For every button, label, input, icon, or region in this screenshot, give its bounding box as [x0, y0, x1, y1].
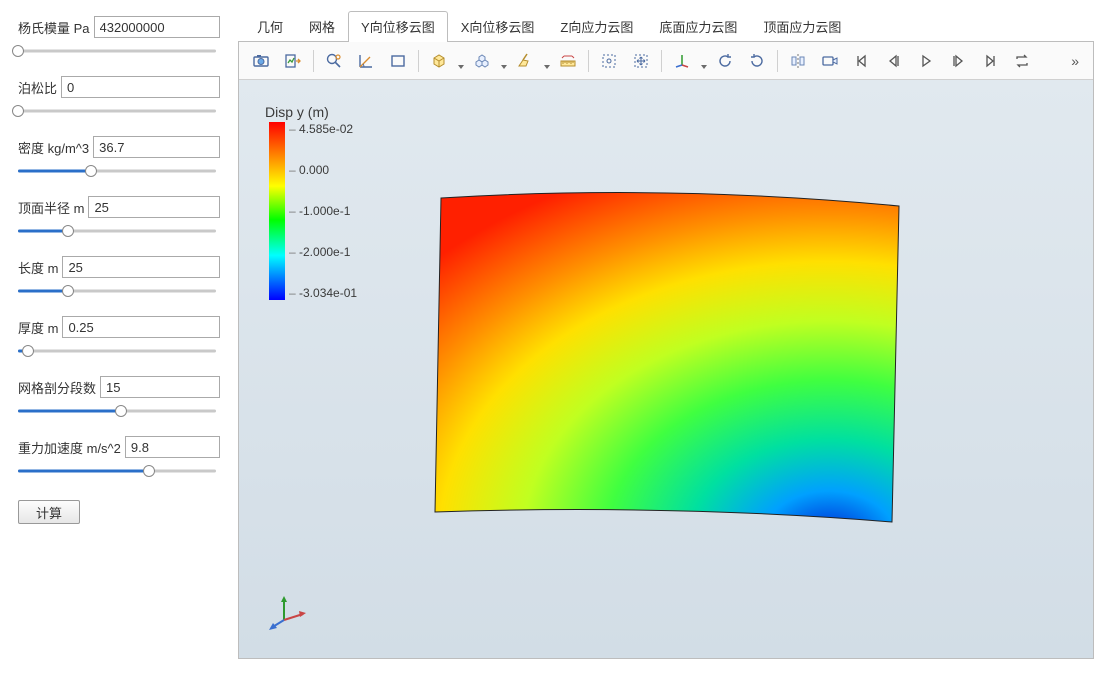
zoom-icon[interactable] [320, 47, 348, 75]
chevron-down-icon[interactable] [701, 65, 707, 69]
density-slider[interactable] [18, 164, 216, 178]
camera-icon[interactable] [247, 47, 275, 75]
legend-tick: -2.000e-1 [289, 245, 357, 259]
axes-icon[interactable] [668, 47, 696, 75]
mesh-segments-slider[interactable] [18, 404, 216, 418]
thickness-input[interactable] [62, 316, 220, 338]
param-label: 网格剖分段数 [18, 378, 96, 397]
gravity-input[interactable] [125, 436, 220, 458]
skip-last-icon[interactable] [976, 47, 1004, 75]
param-thickness: 厚度 m [18, 316, 220, 358]
param-label: 杨氏模量 Pa [18, 18, 90, 37]
angle-icon[interactable] [352, 47, 380, 75]
rect-icon[interactable] [384, 47, 412, 75]
legend-tick: -3.034e-01 [289, 286, 357, 300]
cube-icon[interactable] [425, 47, 453, 75]
mirror-v-icon[interactable] [784, 47, 812, 75]
move-icon[interactable] [627, 47, 655, 75]
param-top-radius: 顶面半径 m [18, 196, 220, 238]
ruler-icon[interactable] [554, 47, 582, 75]
axis-triad-icon [269, 590, 309, 630]
toolbar-separator [588, 50, 589, 72]
plot-canvas[interactable]: Disp y (m) 4.585e-02 0.000 -1.000e-1 -2.… [239, 80, 1093, 658]
param-length: 长度 m [18, 256, 220, 298]
tab-stress-z[interactable]: Z向应力云图 [547, 11, 646, 42]
tab-disp-x[interactable]: X向位移云图 [448, 11, 548, 42]
poisson-slider[interactable] [18, 104, 216, 118]
param-youngs-modulus: 杨氏模量 Pa [18, 16, 220, 58]
youngs-modulus-input[interactable] [94, 16, 220, 38]
param-poisson: 泊松比 [18, 76, 220, 118]
param-gravity: 重力加速度 m/s^2 [18, 436, 220, 478]
video-icon[interactable] [816, 47, 844, 75]
chevron-down-icon[interactable] [501, 65, 507, 69]
broom-icon[interactable] [511, 47, 539, 75]
rotate-right-icon[interactable] [743, 47, 771, 75]
legend-tick: -1.000e-1 [289, 204, 357, 218]
rubber-select-icon[interactable] [595, 47, 623, 75]
contour-plot [429, 190, 909, 530]
toolbar-separator [777, 50, 778, 72]
cubes-icon[interactable] [468, 47, 496, 75]
tab-stress-top[interactable]: 顶面应力云图 [750, 11, 854, 42]
view-toolbar: » [239, 42, 1093, 80]
tab-mesh[interactable]: 网格 [296, 11, 348, 42]
tab-geometry[interactable]: 几何 [244, 11, 296, 42]
step-back-icon[interactable] [880, 47, 908, 75]
density-input[interactable] [93, 136, 220, 158]
length-input[interactable] [62, 256, 220, 278]
loop-icon[interactable] [1008, 47, 1036, 75]
top-radius-input[interactable] [88, 196, 220, 218]
param-label: 重力加速度 m/s^2 [18, 438, 121, 457]
param-mesh-segments: 网格剖分段数 [18, 376, 220, 418]
rotate-left-icon[interactable] [711, 47, 739, 75]
youngs-modulus-slider[interactable] [18, 44, 216, 58]
tab-stress-bottom[interactable]: 底面应力云图 [646, 11, 750, 42]
chart-export-icon[interactable] [279, 47, 307, 75]
legend-tick: 0.000 [289, 163, 357, 177]
toolbar-overflow[interactable]: » [1065, 53, 1085, 69]
view-panel: » Disp y (m) 4.585e-02 0.000 -1.000e-1 -… [238, 42, 1094, 659]
mesh-segments-input[interactable] [100, 376, 220, 398]
color-legend: Disp y (m) 4.585e-02 0.000 -1.000e-1 -2.… [269, 104, 357, 300]
tab-disp-y[interactable]: Y向位移云图 [348, 11, 448, 42]
top-radius-slider[interactable] [18, 224, 216, 238]
thickness-slider[interactable] [18, 344, 216, 358]
main-panel: 几何 网格 Y向位移云图 X向位移云图 Z向应力云图 底面应力云图 顶面应力云图 [238, 0, 1108, 673]
legend-colorbar [269, 122, 285, 300]
poisson-input[interactable] [61, 76, 220, 98]
chevron-down-icon[interactable] [458, 65, 464, 69]
toolbar-separator [418, 50, 419, 72]
chevron-down-icon[interactable] [544, 65, 550, 69]
param-label: 厚度 m [18, 318, 58, 337]
length-slider[interactable] [18, 284, 216, 298]
toolbar-separator [661, 50, 662, 72]
tabs-bar: 几何 网格 Y向位移云图 X向位移云图 Z向应力云图 底面应力云图 顶面应力云图 [238, 10, 1094, 42]
compute-button[interactable]: 计算 [18, 500, 80, 524]
param-density: 密度 kg/m^3 [18, 136, 220, 178]
gravity-slider[interactable] [18, 464, 216, 478]
param-label: 泊松比 [18, 78, 57, 97]
param-label: 顶面半径 m [18, 198, 84, 217]
play-icon[interactable] [912, 47, 940, 75]
legend-ticks: 4.585e-02 0.000 -1.000e-1 -2.000e-1 -3.0… [289, 122, 357, 300]
legend-title: Disp y (m) [265, 104, 357, 120]
legend-tick: 4.585e-02 [289, 122, 357, 136]
parameter-sidebar: 杨氏模量 Pa 泊松比 密度 kg/m^3 顶面半径 m [0, 0, 238, 673]
param-label: 长度 m [18, 258, 58, 277]
skip-first-icon[interactable] [848, 47, 876, 75]
param-label: 密度 kg/m^3 [18, 138, 89, 157]
step-fwd-icon[interactable] [944, 47, 972, 75]
toolbar-separator [313, 50, 314, 72]
